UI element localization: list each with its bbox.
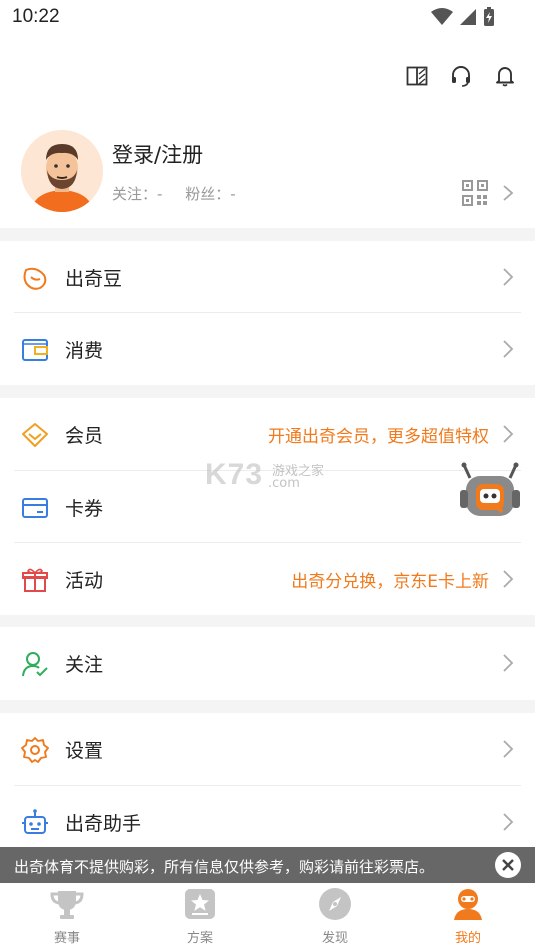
wallet-icon — [22, 339, 48, 361]
robot-icon — [22, 809, 48, 834]
wifi-icon — [431, 8, 453, 25]
menu-label: 消费 — [65, 340, 104, 362]
section-gap — [0, 700, 535, 713]
menu-item-member[interactable]: 会员 开通出奇会员，更多超值特权 — [0, 398, 535, 470]
menu-item-consume[interactable]: 消费 — [0, 313, 535, 385]
tab-matches[interactable]: 赛事 — [17, 887, 117, 949]
follow-stats: 关注：- 粉丝：- — [112, 183, 236, 204]
chevron-right-icon — [503, 813, 514, 831]
section-gap — [0, 228, 535, 241]
chevron-right-icon — [503, 654, 514, 672]
card-icon — [22, 498, 48, 518]
menu-item-settings[interactable]: 设置 — [0, 713, 535, 785]
member-promo-text: 开通出奇会员，更多超值特权 — [268, 427, 489, 447]
chevron-right-icon — [503, 268, 514, 286]
tab-label: 发现 — [321, 931, 348, 946]
close-icon — [502, 859, 514, 871]
tab-discover[interactable]: 发现 — [285, 887, 385, 949]
disclaimer-banner: 出奇体育不提供购彩，所有信息仅供参考，购彩请前往彩票店。 — [0, 847, 535, 883]
diamond-icon — [22, 423, 48, 447]
chevron-right-icon — [503, 425, 514, 443]
tab-label: 我的 — [454, 931, 481, 946]
menu-label: 出奇助手 — [65, 813, 142, 835]
menu-item-activity[interactable]: 活动 出奇分兑换，京东E卡上新 — [0, 543, 535, 615]
qr-code-icon[interactable] — [462, 180, 488, 206]
section-gap — [0, 614, 535, 627]
bottom-tab-bar: 赛事 方案 发现 我的 — [0, 883, 535, 951]
document-star-icon — [185, 889, 215, 919]
menu-item-follow[interactable]: 关注 — [0, 627, 535, 699]
status-icons — [431, 7, 495, 27]
avatar-image — [21, 130, 103, 212]
theme-switch-icon — [406, 66, 428, 86]
status-bar: 10:22 — [0, 0, 535, 36]
avatar[interactable] — [21, 130, 103, 212]
profile-section[interactable]: 登录/注册 关注：- 粉丝：- — [0, 125, 535, 225]
activity-promo-text: 出奇分兑换，京东E卡上新 — [291, 572, 489, 592]
watermark-domain: .com — [268, 476, 300, 491]
headset-icon — [452, 66, 470, 87]
status-time: 10:22 — [12, 6, 60, 27]
chevron-right-icon — [503, 570, 514, 588]
tab-label: 赛事 — [53, 931, 80, 946]
tab-mine[interactable]: 我的 — [418, 887, 518, 949]
menu-item-beans[interactable]: 出奇豆 — [0, 241, 535, 313]
fans-count: 粉丝：- — [185, 185, 236, 203]
battery-icon — [484, 7, 494, 26]
compass-icon — [319, 888, 351, 920]
customer-service-button[interactable] — [449, 62, 473, 90]
chevron-right-icon — [503, 740, 514, 758]
user-active-icon — [454, 889, 482, 920]
profile-chevron-icon — [503, 185, 514, 201]
gift-icon — [22, 568, 48, 592]
menu-label: 关注 — [65, 654, 104, 676]
trophy-icon — [50, 891, 84, 919]
tab-plans[interactable]: 方案 — [150, 887, 250, 949]
chevron-right-icon — [503, 340, 514, 358]
menu-label: 出奇豆 — [65, 268, 123, 290]
watermark-logo: K73 — [205, 458, 264, 491]
floating-robot-assistant-icon[interactable] — [456, 462, 524, 524]
notification-button[interactable] — [493, 62, 517, 90]
menu-label: 活动 — [65, 570, 104, 592]
tab-label: 方案 — [186, 931, 213, 946]
signal-icon — [460, 9, 476, 25]
login-register-link[interactable]: 登录/注册 — [112, 139, 203, 169]
menu-label: 设置 — [65, 740, 104, 762]
section-gap — [0, 385, 535, 398]
menu-label: 卡券 — [65, 498, 104, 520]
menu-label: 会员 — [65, 425, 104, 447]
following-count: 关注：- — [112, 185, 163, 203]
theme-switch-button[interactable] — [405, 62, 429, 90]
top-actions — [405, 62, 517, 90]
bean-icon — [23, 267, 47, 290]
bell-icon — [496, 67, 514, 87]
disclaimer-text: 出奇体育不提供购彩，所有信息仅供参考，购彩请前往彩票店。 — [14, 858, 435, 876]
close-banner-button[interactable] — [495, 852, 521, 878]
user-check-icon — [22, 652, 48, 677]
gear-icon — [21, 737, 49, 763]
